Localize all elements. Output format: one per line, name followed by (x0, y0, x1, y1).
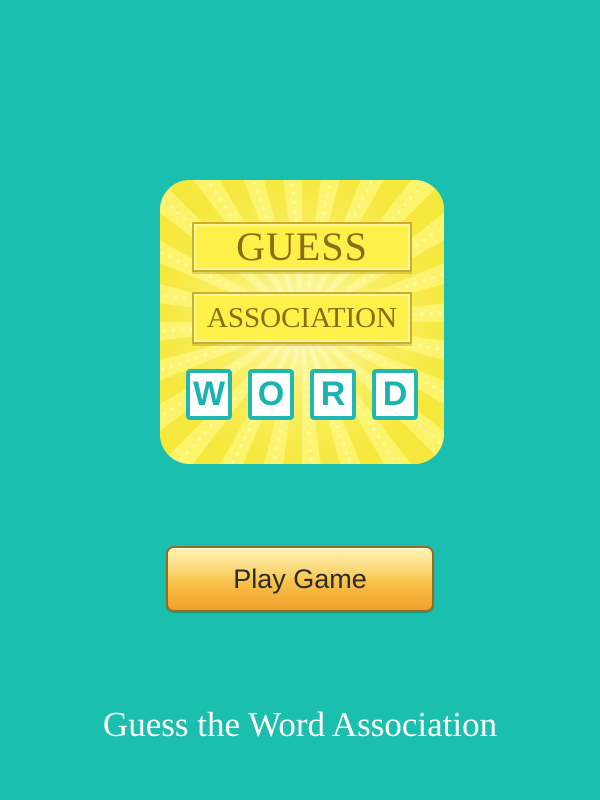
app-title: Guess the Word Association (102, 705, 498, 744)
letter-tile-d: D (372, 369, 418, 420)
word-tiles: W O R D (186, 369, 418, 421)
app-logo: GUESS ASSOCIATION W O R D (160, 180, 444, 464)
logo-title-guess: GUESS (192, 222, 412, 272)
letter-tile-w: W (186, 369, 232, 420)
play-game-button[interactable]: Play Game (166, 546, 434, 612)
letter-tile-o: O (248, 369, 294, 420)
letter-tile-r: R (310, 369, 356, 420)
logo-title-association: ASSOCIATION (192, 292, 412, 344)
